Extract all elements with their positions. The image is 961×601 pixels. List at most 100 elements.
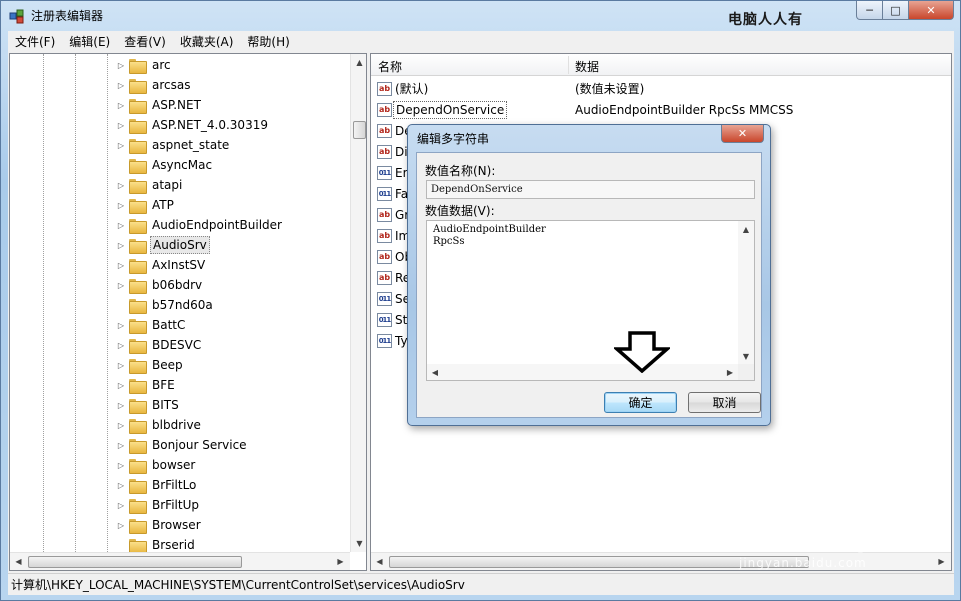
tree-item[interactable]: ▷ BFE (116, 375, 177, 395)
tree-item[interactable]: b57nd60a (116, 295, 215, 315)
tree-item-label[interactable]: BrFiltLo (150, 477, 198, 493)
tree-item-label[interactable]: b57nd60a (150, 297, 215, 313)
expand-arrow-icon[interactable]: ▷ (116, 181, 126, 190)
minimize-button[interactable]: ─ (856, 1, 883, 20)
column-separator[interactable] (568, 56, 569, 74)
tree-item-label[interactable]: AxInstSV (150, 257, 207, 273)
tree-item-label[interactable]: BDESVC (150, 337, 203, 353)
menu-view[interactable]: 查看(V) (117, 33, 173, 50)
tree-item-label[interactable]: BattC (150, 317, 187, 333)
tree-item[interactable]: ▷ AxInstSV (116, 255, 207, 275)
tree-item-label[interactable]: AsyncMac (150, 157, 214, 173)
tree-item[interactable]: ▷ ATP (116, 195, 176, 215)
tree-item-label[interactable]: Browser (150, 517, 203, 533)
expand-arrow-icon[interactable]: ▷ (116, 221, 126, 230)
tree-item-label[interactable]: bowser (150, 457, 197, 473)
expand-arrow-icon[interactable]: ▷ (116, 481, 126, 490)
tree-item[interactable]: ▷ BITS (116, 395, 181, 415)
expand-arrow-icon[interactable]: ▷ (116, 141, 126, 150)
expand-arrow-icon[interactable]: ▷ (116, 381, 126, 390)
value-row[interactable]: ab DependOnService AudioEndpointBuilder Rp… (371, 99, 951, 120)
tree-item-label[interactable]: arcsas (150, 77, 192, 93)
menu-file[interactable]: 文件(F) (8, 33, 62, 50)
scroll-left-arrow-icon[interactable]: ◀ (427, 364, 443, 380)
scroll-left-arrow-icon[interactable]: ◀ (10, 553, 27, 570)
tree-item-label[interactable]: BITS (150, 397, 181, 413)
column-header-data[interactable]: 数据 (575, 58, 599, 75)
tree-item-label[interactable]: ATP (150, 197, 176, 213)
expand-arrow-icon[interactable]: ▷ (116, 441, 126, 450)
dialog-close-button[interactable]: ✕ (721, 125, 764, 143)
tree-horizontal-scroll-thumb[interactable] (28, 556, 242, 568)
expand-arrow-icon[interactable]: ▷ (116, 261, 126, 270)
expand-arrow-icon[interactable]: ▷ (116, 281, 126, 290)
cancel-button[interactable]: 取消 (688, 392, 761, 413)
tree-vertical-scroll-thumb[interactable] (353, 121, 366, 139)
tree-item-label[interactable]: blbdrive (150, 417, 203, 433)
tree-item[interactable]: ▷ Bonjour Service (116, 435, 249, 455)
expand-arrow-icon[interactable]: ▷ (116, 501, 126, 510)
close-button[interactable]: ✕ (909, 1, 954, 20)
scroll-right-arrow-icon[interactable]: ▶ (332, 553, 349, 570)
tree-item[interactable]: ▷ blbdrive (116, 415, 203, 435)
expand-arrow-icon[interactable]: ▷ (116, 201, 126, 210)
scroll-right-arrow-icon[interactable]: ▶ (722, 364, 738, 380)
tree-item-label[interactable]: AudioSrv (150, 236, 210, 254)
tree-item-label[interactable]: ASP.NET (150, 97, 203, 113)
tree-item[interactable]: ▷ AudioEndpointBuilder (116, 215, 284, 235)
tree-item[interactable]: ▷ BDESVC (116, 335, 203, 355)
tree-item[interactable]: ▷ Browser (116, 515, 203, 535)
tree-item-label[interactable]: ASP.NET_4.0.30319 (150, 117, 270, 133)
menu-favorites[interactable]: 收藏夹(A) (173, 33, 241, 50)
tree-item-label[interactable]: BFE (150, 377, 177, 393)
expand-arrow-icon[interactable]: ▷ (116, 361, 126, 370)
scroll-left-arrow-icon[interactable]: ◀ (371, 553, 388, 570)
tree-item[interactable]: ▷ bowser (116, 455, 197, 475)
tree-item[interactable]: ▷ arc (116, 55, 173, 75)
tree-horizontal-scrollbar[interactable]: ◀ ▶ (10, 552, 350, 570)
ok-button[interactable]: 确定 (604, 392, 677, 413)
expand-arrow-icon[interactable]: ▷ (116, 341, 126, 350)
tree-item[interactable]: ▷ atapi (116, 175, 184, 195)
tree-item-label[interactable]: AudioEndpointBuilder (150, 217, 284, 233)
textarea-vertical-scrollbar[interactable]: ▲ ▼ (738, 221, 754, 364)
value-row[interactable]: ab (默认) (数值未设置) (371, 78, 951, 99)
maximize-button[interactable]: □ (883, 1, 909, 20)
tree-item[interactable]: ▷ ASP.NET_4.0.30319 (116, 115, 270, 135)
tree-item[interactable]: ▷ b06bdrv (116, 275, 204, 295)
tree-item[interactable]: ▷ BrFiltUp (116, 495, 201, 515)
tree-item[interactable]: Brserid (116, 535, 197, 552)
value-name[interactable]: (默认) (393, 79, 430, 98)
expand-arrow-icon[interactable]: ▷ (116, 61, 126, 70)
tree-item[interactable]: ▷ BrFiltLo (116, 475, 198, 495)
column-header-name[interactable]: 名称 (378, 58, 402, 75)
tree-item-label[interactable]: Beep (150, 357, 185, 373)
tree-vertical-scrollbar[interactable]: ▲ ▼ (350, 54, 366, 552)
expand-arrow-icon[interactable]: ▷ (116, 321, 126, 330)
tree-item-label[interactable]: b06bdrv (150, 277, 204, 293)
expand-arrow-icon[interactable]: ▷ (116, 121, 126, 130)
scroll-down-arrow-icon[interactable]: ▼ (351, 535, 366, 552)
tree-item-label[interactable]: BrFiltUp (150, 497, 201, 513)
scroll-up-arrow-icon[interactable]: ▲ (738, 221, 754, 237)
expand-arrow-icon[interactable]: ▷ (116, 461, 126, 470)
value-name[interactable]: DependOnService (393, 100, 508, 119)
title-bar[interactable]: 注册表编辑器 电脑人人有 ─ □ ✕ (1, 1, 960, 29)
tree-item-label[interactable]: arc (150, 57, 173, 73)
textarea-horizontal-scrollbar[interactable]: ◀ ▶ (427, 364, 738, 380)
tree-item-label[interactable]: Brserid (150, 537, 197, 552)
expand-arrow-icon[interactable]: ▷ (116, 81, 126, 90)
scroll-down-arrow-icon[interactable]: ▼ (738, 348, 754, 364)
tree-item[interactable]: ▷ aspnet_state (116, 135, 231, 155)
value-name-field[interactable]: DependOnService (426, 180, 755, 199)
tree-item[interactable]: ▷ ASP.NET (116, 95, 203, 115)
scroll-right-arrow-icon[interactable]: ▶ (933, 553, 950, 570)
tree-item-label[interactable]: atapi (150, 177, 184, 193)
expand-arrow-icon[interactable]: ▷ (116, 521, 126, 530)
scroll-up-arrow-icon[interactable]: ▲ (351, 54, 366, 71)
menu-edit[interactable]: 编辑(E) (62, 33, 117, 50)
tree-item[interactable]: ▷ arcsas (116, 75, 192, 95)
tree-item-label[interactable]: Bonjour Service (150, 437, 249, 453)
menu-help[interactable]: 帮助(H) (240, 33, 296, 50)
tree-item-label[interactable]: aspnet_state (150, 137, 231, 153)
